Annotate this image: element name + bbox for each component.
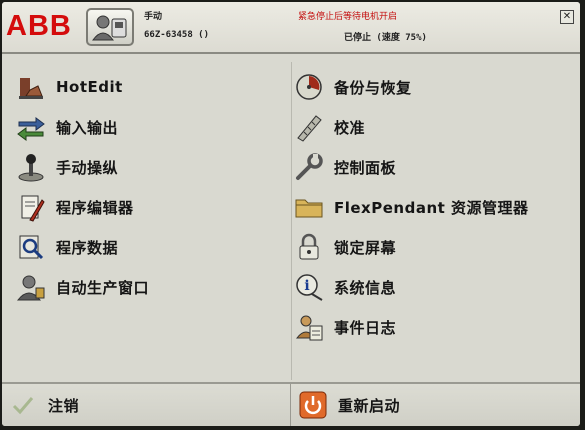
logout-button[interactable]: 注销 xyxy=(2,384,291,426)
joystick-icon xyxy=(18,154,44,182)
svg-text:i: i xyxy=(304,278,309,294)
menu-item-flexpendant-explorer[interactable]: FlexPendant 资源管理器 xyxy=(294,190,529,224)
menu-item-lock-screen[interactable]: 锁定屏幕 xyxy=(294,230,396,264)
menu-column-left: HotEdit 输入输出 手动操纵 程序编辑器 程序数据 自动生产窗口 xyxy=(2,62,292,380)
menu-item-io[interactable]: 输入输出 xyxy=(16,110,118,144)
menu-item-calibration[interactable]: 校准 xyxy=(294,110,365,144)
event-log-icon xyxy=(295,315,323,341)
menu-item-backup-restore[interactable]: 备份与恢复 xyxy=(294,70,412,104)
control-panel-icon xyxy=(296,153,323,180)
menu-item-hotedit[interactable]: HotEdit xyxy=(16,70,123,104)
menu-item-program-data[interactable]: 程序数据 xyxy=(16,230,118,264)
program-editor-icon xyxy=(21,195,45,222)
abb-logo: ABB xyxy=(6,8,82,46)
operating-mode: 手动 xyxy=(144,12,163,22)
operator-icon xyxy=(92,15,127,41)
main-menu-button[interactable] xyxy=(86,8,134,46)
io-icon xyxy=(17,117,45,141)
menu-item-production-window[interactable]: 自动生产窗口 xyxy=(16,270,149,304)
menu-item-event-log[interactable]: 事件日志 xyxy=(294,310,396,344)
logout-icon xyxy=(12,397,34,415)
header-bar: ABB 手动 紧急停止后等待电机开启 66Z-63458 () 已停止 (速度 … xyxy=(2,2,580,54)
main-menu: HotEdit 输入输出 手动操纵 程序编辑器 程序数据 自动生产窗口 备份与恢… xyxy=(2,62,580,380)
status-warning: 紧急停止后等待电机开启 xyxy=(298,12,398,22)
menu-item-control-panel[interactable]: 控制面板 xyxy=(294,150,396,184)
logo-text: ABB xyxy=(6,10,72,42)
calibration-icon xyxy=(297,115,322,142)
production-window-icon xyxy=(16,275,45,301)
flexpendant-screen: ABB 手动 紧急停止后等待电机开启 66Z-63458 () 已停止 (速度 … xyxy=(2,2,580,426)
menu-item-program-editor[interactable]: 程序编辑器 xyxy=(16,190,134,224)
hotedit-icon xyxy=(19,78,43,99)
footer-bar: 注销 重新启动 xyxy=(2,382,580,426)
backup-restore-icon xyxy=(296,74,322,100)
menu-item-jogging[interactable]: 手动操纵 xyxy=(16,150,118,184)
info-icon: i xyxy=(296,274,323,301)
lock-icon xyxy=(299,233,319,260)
menu-column-right: 备份与恢复 校准 控制面板 FlexPendant 资源管理器 锁定屏幕 i 系… xyxy=(292,62,580,380)
controller-id: 66Z-63458 () xyxy=(144,30,210,40)
menu-item-system-info[interactable]: i 系统信息 xyxy=(294,270,396,304)
program-data-icon xyxy=(19,235,44,260)
folder-icon xyxy=(295,199,323,218)
status-area: 手动 紧急停止后等待电机开启 66Z-63458 () 已停止 (速度 75%) xyxy=(138,7,566,47)
run-state: 已停止 (速度 75%) xyxy=(344,33,427,43)
close-icon[interactable]: ✕ xyxy=(560,10,574,24)
power-icon xyxy=(299,391,327,419)
restart-button[interactable]: 重新启动 xyxy=(292,384,580,426)
